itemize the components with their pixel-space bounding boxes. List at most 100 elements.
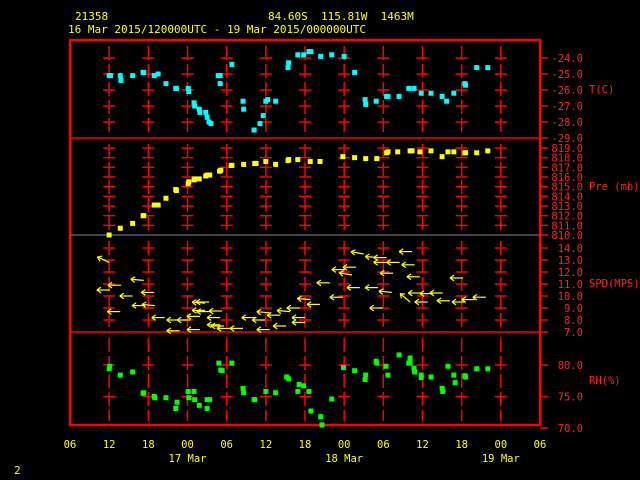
station-timeseries-plot: 21358 84.60S 115.81W 1463M 16 Mar 2015/1…	[0, 0, 640, 480]
axis-unit-label: RH(%)	[589, 375, 621, 387]
axis-tick-label: 13.0	[558, 255, 583, 267]
rh-point	[240, 385, 246, 391]
rh-point	[273, 390, 279, 396]
rh-point	[407, 355, 413, 361]
pressure-point	[106, 232, 112, 238]
temperature-point	[265, 97, 271, 103]
wind-arrow	[107, 281, 121, 289]
temperature-point	[444, 98, 450, 104]
wind-arrow	[369, 304, 383, 312]
temperature-point	[308, 49, 314, 55]
axis-tick-label: -25.0	[551, 69, 583, 81]
temperature-point	[197, 109, 203, 115]
rh-point	[352, 368, 358, 374]
rh-point	[428, 374, 434, 380]
wind-arrow	[186, 313, 200, 320]
wind-arrow	[251, 316, 266, 324]
axis-tick-label: -26.0	[551, 85, 583, 97]
temperature-point	[352, 69, 358, 75]
temperature-point	[485, 65, 491, 71]
axis-tick-label: 810.0	[551, 230, 583, 242]
pressure-point	[445, 149, 451, 155]
rh-point	[141, 390, 147, 396]
wind-arrow	[166, 327, 180, 335]
rh-point	[385, 372, 391, 378]
wind-arrow	[472, 293, 486, 301]
temperature-point	[155, 71, 161, 77]
rh-point	[363, 372, 369, 378]
wind-arrow	[119, 292, 133, 300]
pressure-point	[428, 148, 434, 154]
x-tick-label: 12	[103, 439, 116, 451]
wind-arrow	[316, 279, 330, 287]
wind-arrow	[436, 297, 450, 305]
wind-arrow	[329, 293, 343, 301]
temperature-point	[406, 85, 412, 91]
axis-tick-label: 70.0	[558, 423, 583, 435]
rh-point	[318, 414, 324, 420]
temperature-point	[439, 93, 445, 99]
rh-point	[306, 388, 312, 394]
wind-arrow	[379, 269, 394, 277]
wind-arrow	[208, 307, 223, 315]
pressure-point	[218, 167, 224, 173]
pressure-point	[273, 161, 279, 167]
temperature-point	[173, 85, 179, 91]
temperature-point	[373, 98, 379, 104]
axis-tick-label: 10.0	[558, 291, 583, 303]
pressure-point	[196, 176, 202, 182]
x-tick-label: 00	[495, 439, 508, 451]
wind-arrow	[266, 311, 281, 319]
temperature-point	[130, 73, 136, 79]
temperature-point	[396, 93, 402, 99]
temperature-point	[217, 81, 223, 87]
pressure-point	[163, 195, 169, 201]
pressure-point	[192, 176, 198, 182]
temperature-point	[318, 53, 324, 59]
wind-arrow	[130, 276, 144, 283]
wind-arrow	[306, 301, 321, 308]
wind-arrow	[346, 284, 360, 291]
wind-arrow	[406, 273, 420, 281]
wind-arrow	[196, 308, 210, 315]
axis-tick-label: 7.0	[564, 327, 583, 339]
temperature-point	[341, 53, 347, 59]
axis-tick-label: 80.0	[558, 360, 583, 372]
rh-point	[374, 360, 380, 366]
wind-arrow	[106, 308, 121, 315]
rh-point	[451, 372, 457, 378]
rh-point	[241, 390, 247, 396]
wind-arrow	[386, 259, 400, 266]
rh-point	[295, 388, 301, 394]
pressure-point	[463, 150, 469, 156]
wind-arrow	[96, 255, 110, 263]
wind-arrow	[256, 308, 270, 316]
rh-point	[341, 365, 347, 371]
wind-arrow	[342, 263, 356, 271]
axis-tick-label: 9.0	[564, 303, 583, 315]
pressure-point	[395, 149, 401, 155]
pressure-point	[374, 156, 380, 162]
pressure-point	[307, 159, 313, 165]
rh-point	[173, 405, 179, 411]
plot-area: -24.0-25.0-26.0-27.0-28.0-29.0T(C)819.08…	[64, 38, 640, 465]
pressure-point	[485, 148, 491, 154]
wind-arrow	[286, 304, 300, 312]
pressure-point	[141, 213, 147, 219]
wind-arrow	[96, 286, 110, 294]
temperature-point	[192, 103, 198, 109]
pressure-point	[186, 179, 192, 185]
rh-point	[130, 369, 136, 375]
temperature-point	[204, 114, 210, 120]
rh-point	[329, 396, 335, 402]
pressure-point	[363, 156, 369, 162]
x-tick-label: 06	[377, 439, 390, 451]
wind-arrow-head	[350, 249, 356, 253]
pressure-point	[130, 220, 136, 226]
pressure-point	[263, 159, 269, 165]
temperature-point	[285, 65, 291, 71]
axis-tick-label: 11.0	[558, 279, 583, 291]
temperature-point	[217, 73, 223, 79]
temperature-point	[411, 85, 417, 91]
rh-point	[296, 382, 302, 388]
